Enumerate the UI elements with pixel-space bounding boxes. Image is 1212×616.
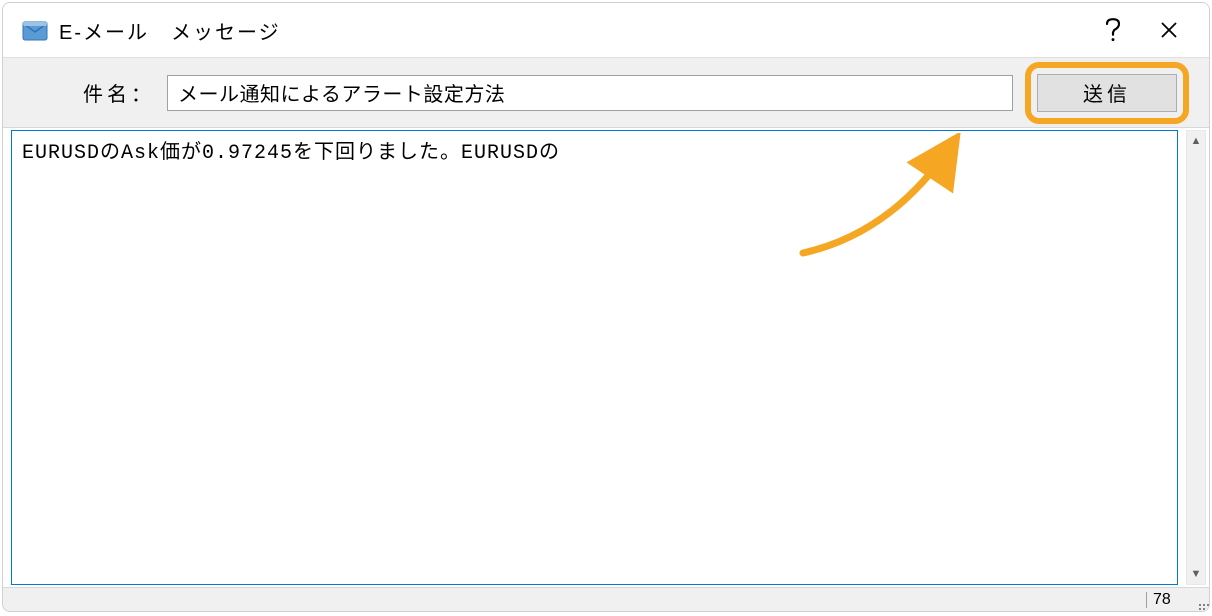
titlebar: E-メール メッセージ bbox=[3, 3, 1209, 58]
help-button[interactable] bbox=[1085, 10, 1141, 50]
char-count: 78 bbox=[1153, 591, 1181, 609]
send-button-highlight: 送信 bbox=[1025, 62, 1189, 124]
subject-input[interactable] bbox=[167, 75, 1013, 111]
scroll-down-icon[interactable]: ▼ bbox=[1191, 568, 1202, 580]
statusbar-separator bbox=[1146, 592, 1147, 608]
close-button[interactable] bbox=[1141, 10, 1197, 50]
window-title: E-メール メッセージ bbox=[59, 16, 281, 45]
toolbar: 件名： 送信 bbox=[3, 58, 1209, 128]
email-message-window: E-メール メッセージ 件名： 送信 ▲ ▼ 78 bbox=[2, 2, 1210, 612]
resize-grip[interactable] bbox=[1187, 592, 1203, 608]
message-body-textarea[interactable] bbox=[11, 130, 1178, 585]
send-button[interactable]: 送信 bbox=[1037, 74, 1177, 112]
body-area: ▲ ▼ bbox=[3, 128, 1209, 587]
statusbar: 78 bbox=[3, 587, 1209, 611]
app-icon bbox=[21, 16, 49, 44]
vertical-scrollbar[interactable]: ▲ ▼ bbox=[1186, 130, 1206, 585]
subject-label: 件名： bbox=[83, 78, 155, 107]
scroll-up-icon[interactable]: ▲ bbox=[1191, 135, 1202, 147]
